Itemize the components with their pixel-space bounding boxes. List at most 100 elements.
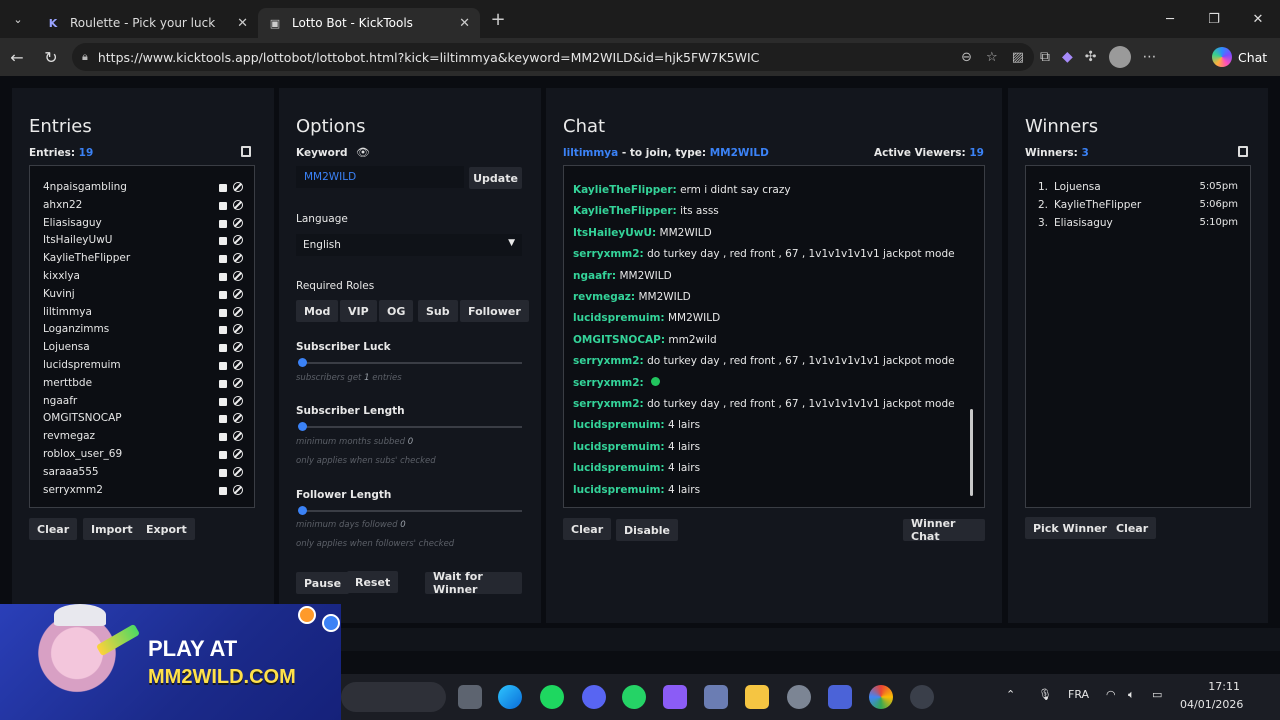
profile-avatar[interactable] — [1108, 46, 1131, 68]
slider-knob[interactable] — [298, 358, 307, 367]
maximize-icon[interactable]: ❐ — [1192, 0, 1236, 38]
tray-expand-icon[interactable]: ⌃ — [1006, 688, 1015, 701]
subscriber-length-slider[interactable] — [298, 422, 522, 431]
entry-checkbox[interactable] — [219, 308, 227, 317]
extensions-puzzle-icon[interactable]: ✣ — [1085, 49, 1097, 65]
role-follower-toggle[interactable]: Follower — [460, 300, 529, 322]
wait-for-winner-button[interactable]: Wait for Winner — [425, 570, 522, 596]
follower-length-slider[interactable] — [298, 506, 522, 515]
url-field[interactable]: 🔒︎ https://www.kicktools.app/lottobot/lo… — [72, 43, 1034, 71]
entry-checkbox[interactable] — [219, 397, 227, 406]
ban-icon[interactable] — [233, 271, 243, 281]
zoom-icon[interactable]: ⊖ — [961, 50, 972, 65]
winners-clear-button[interactable]: Clear — [1108, 517, 1157, 539]
ban-icon[interactable] — [233, 413, 243, 424]
ban-icon[interactable] — [233, 449, 243, 459]
entry-checkbox[interactable] — [219, 255, 227, 264]
entry-checkbox[interactable] — [219, 468, 227, 477]
language-select[interactable]: English ▼ — [296, 234, 522, 256]
mm2wild-ad-banner[interactable]: PLAY AT MM2WILD.COM — [0, 604, 341, 720]
ban-icon[interactable] — [233, 217, 243, 228]
subscriber-luck-slider[interactable] — [298, 358, 522, 367]
close-tab-icon[interactable]: ✕ — [459, 16, 470, 31]
favorite-star-icon[interactable]: ☆ — [986, 50, 998, 65]
language-indicator[interactable]: FRA — [1068, 688, 1089, 701]
entries-clear-button[interactable]: Clear — [29, 518, 78, 540]
clock-date[interactable]: 04/01/2026 — [1180, 698, 1243, 711]
entries-import-button[interactable]: Import — [83, 518, 141, 540]
role-sub-toggle[interactable]: Sub — [418, 300, 458, 322]
entry-checkbox[interactable] — [219, 486, 227, 495]
chat-disable-button[interactable]: Disable — [616, 519, 678, 541]
close-tab-icon[interactable]: ✕ — [237, 16, 248, 31]
battery-icon[interactable]: ▭ — [1152, 688, 1162, 701]
ban-icon[interactable] — [233, 360, 243, 370]
taskbar-search[interactable] — [341, 682, 446, 712]
entry-checkbox[interactable] — [219, 344, 227, 353]
entry-checkbox[interactable] — [219, 362, 227, 370]
ban-icon[interactable] — [233, 306, 243, 317]
pause-button[interactable]: Pause — [296, 572, 350, 594]
role-vip-toggle[interactable]: VIP — [340, 300, 377, 322]
edge-icon[interactable] — [498, 685, 522, 709]
back-icon[interactable]: ← — [0, 38, 34, 76]
settings-gear-icon[interactable] — [787, 685, 811, 709]
ban-icon[interactable] — [233, 199, 243, 210]
whatsapp-icon[interactable] — [622, 685, 646, 709]
tab-roulette[interactable]: K Roulette - Pick your luck ✕ — [36, 8, 258, 38]
new-tab-button[interactable]: + — [480, 0, 516, 38]
entries-list[interactable]: 4npaisgambling ahxn22 Eliasisaguy ItsHailey… — [29, 165, 255, 508]
discord-icon[interactable] — [582, 685, 606, 709]
reset-button[interactable]: Reset — [347, 571, 399, 593]
site-info-icon[interactable]: 🔒︎ — [82, 50, 88, 64]
entry-checkbox[interactable] — [219, 273, 227, 281]
keyword-input[interactable]: MM2WILD — [296, 166, 464, 188]
ban-icon[interactable] — [233, 253, 243, 264]
reload-icon[interactable]: ↻ — [34, 38, 68, 76]
entry-checkbox[interactable] — [219, 237, 227, 246]
ban-icon[interactable] — [233, 431, 243, 442]
copilot-chat-button[interactable]: Chat — [1212, 44, 1276, 70]
close-window-icon[interactable]: ✕ — [1236, 0, 1280, 38]
keyword-update-button[interactable]: Update — [469, 167, 522, 189]
ban-icon[interactable] — [233, 235, 243, 246]
winner-chat-button[interactable]: Winner Chat — [903, 517, 985, 543]
entry-checkbox[interactable] — [219, 379, 227, 388]
ban-icon[interactable] — [233, 324, 243, 335]
visual-studio-icon[interactable] — [828, 685, 852, 709]
ban-icon[interactable] — [233, 288, 243, 299]
role-mod-toggle[interactable]: Mod — [296, 300, 339, 322]
chat-messages[interactable]: KaylieTheFlipper: erm i didnt say crazy K… — [563, 165, 985, 508]
copy-winners-icon[interactable] — [1238, 146, 1248, 157]
task-view-icon[interactable] — [458, 685, 482, 709]
entry-checkbox[interactable] — [219, 201, 227, 210]
role-og-toggle[interactable]: OG — [379, 300, 414, 322]
volume-icon[interactable]: 🔈︎ — [1128, 688, 1135, 702]
wifi-icon[interactable]: ◠ — [1106, 688, 1116, 701]
file-explorer-icon[interactable] — [745, 685, 769, 709]
more-menu-icon[interactable]: ⋯ — [1143, 49, 1157, 65]
ban-icon[interactable] — [233, 342, 243, 353]
chat-clear-button[interactable]: Clear — [563, 518, 612, 540]
minimize-icon[interactable]: ─ — [1148, 0, 1192, 38]
extension-icon[interactable]: ◆ — [1062, 49, 1073, 65]
app-icon[interactable] — [910, 685, 934, 709]
copy-entries-icon[interactable] — [241, 146, 251, 157]
show-keyword-eye-icon[interactable]: 👁︎ — [356, 146, 370, 159]
entries-export-button[interactable]: Export — [138, 518, 195, 540]
ban-icon[interactable] — [233, 377, 243, 388]
split-screen-icon[interactable]: ⧉ — [1040, 49, 1050, 65]
microphone-icon[interactable]: 🎙︎ — [1038, 688, 1052, 701]
ban-icon[interactable] — [233, 466, 243, 477]
clock-time[interactable]: 17:11 — [1202, 680, 1240, 693]
chrome-icon[interactable] — [869, 685, 893, 709]
tab-list-button[interactable]: ⌄ — [0, 0, 36, 38]
entry-checkbox[interactable] — [219, 219, 227, 228]
ban-icon[interactable] — [233, 395, 243, 406]
pick-winner-button[interactable]: Pick Winner — [1025, 517, 1115, 539]
entry-checkbox[interactable] — [219, 184, 227, 192]
chat-scrollbar[interactable] — [970, 409, 973, 496]
entry-checkbox[interactable] — [219, 326, 227, 335]
spotify-icon[interactable] — [540, 685, 564, 709]
ban-icon[interactable] — [233, 484, 243, 495]
